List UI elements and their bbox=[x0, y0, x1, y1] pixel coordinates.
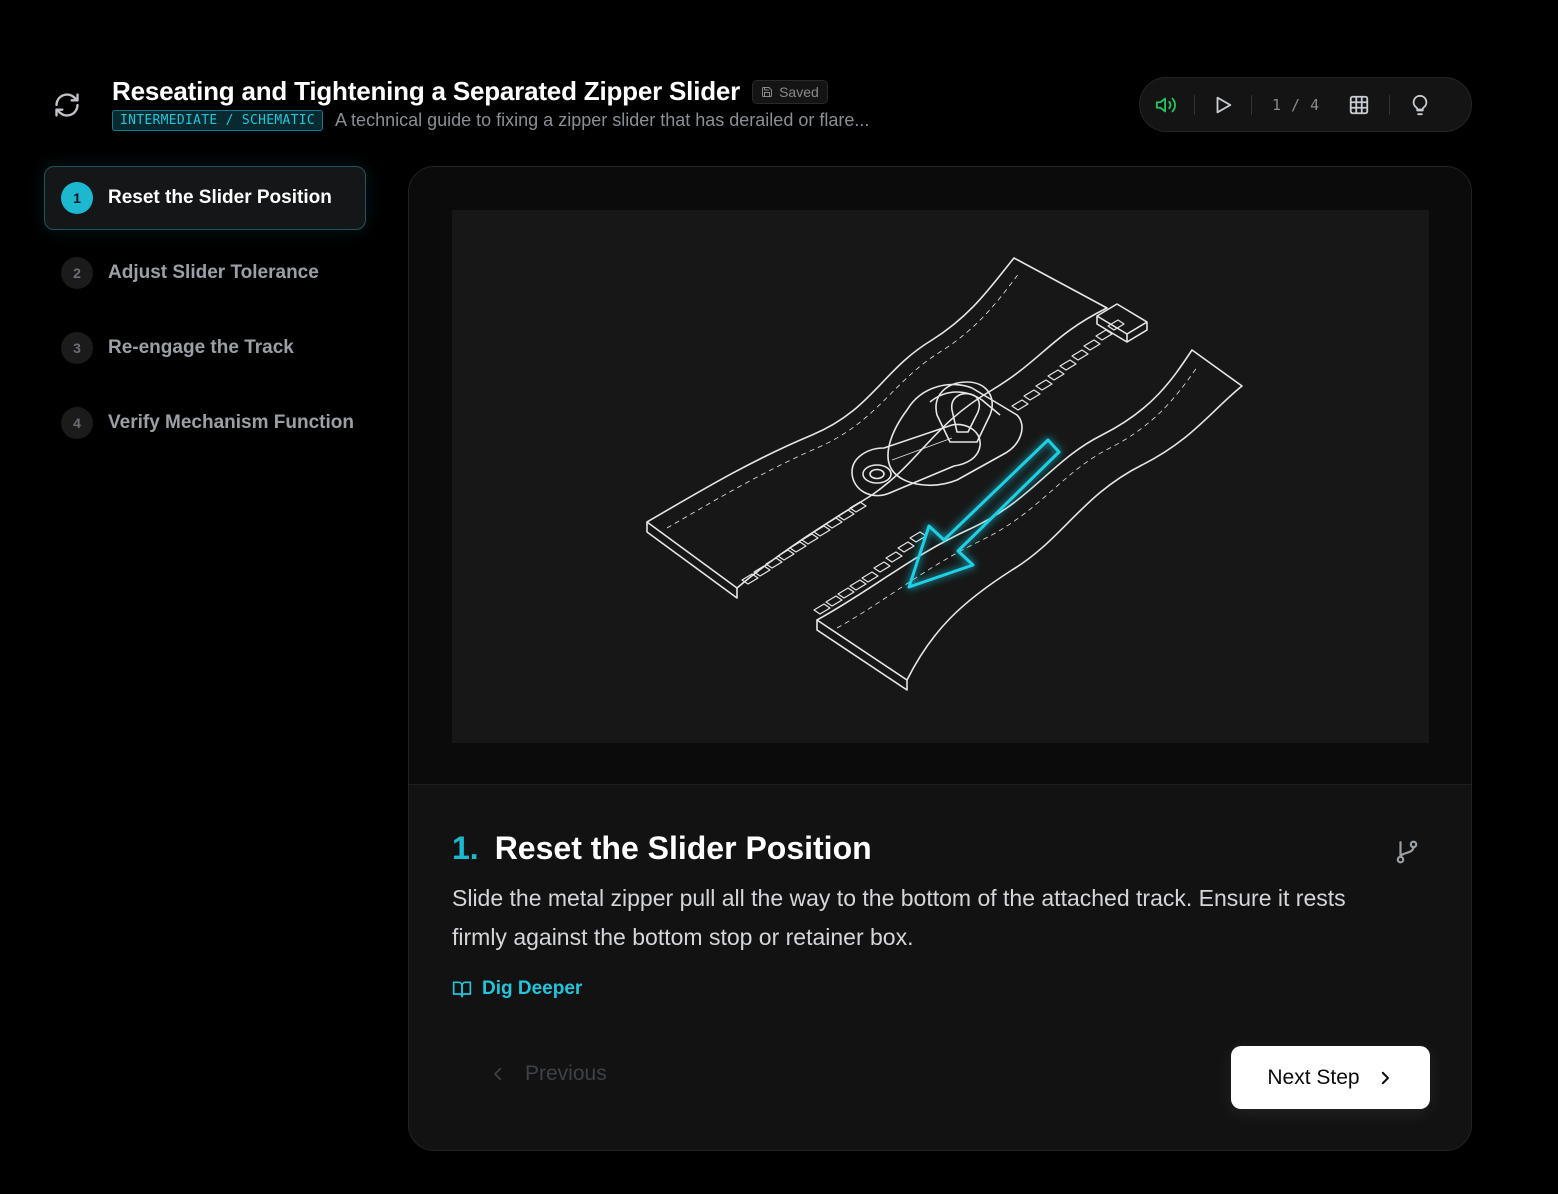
grid-icon bbox=[1349, 95, 1369, 114]
direction-arrow bbox=[907, 438, 1061, 589]
next-step-button[interactable]: Next Step bbox=[1231, 1046, 1430, 1109]
step-heading: 1. Reset the Slider Position bbox=[452, 830, 872, 867]
chevron-left-icon bbox=[494, 1067, 502, 1081]
sidebar-item-label: Reset the Slider Position bbox=[108, 187, 332, 208]
sidebar-item-step-1[interactable]: 1 Reset the Slider Position bbox=[44, 166, 366, 230]
step-number-badge: 2 bbox=[61, 257, 93, 289]
zipper-illustration bbox=[452, 210, 1429, 743]
previous-button[interactable]: Previous bbox=[489, 1062, 607, 1086]
save-icon bbox=[762, 86, 773, 97]
step-number-badge: 4 bbox=[61, 407, 93, 439]
toolbar-divider bbox=[1194, 94, 1195, 115]
step-heading-title: Reset the Slider Position bbox=[494, 830, 872, 866]
next-step-label: Next Step bbox=[1267, 1065, 1360, 1089]
total-steps: 4 bbox=[1310, 95, 1320, 114]
play-icon bbox=[1216, 96, 1232, 113]
hint-button[interactable] bbox=[1400, 85, 1440, 125]
header: Reseating and Tightening a Separated Zip… bbox=[0, 0, 1558, 150]
sidebar-item-label: Verify Mechanism Function bbox=[108, 412, 354, 433]
previous-label: Previous bbox=[525, 1062, 607, 1085]
zipper-schematic bbox=[646, 257, 1243, 691]
saved-label: Saved bbox=[779, 83, 819, 100]
zipper-pull bbox=[851, 423, 981, 497]
level-badge: INTERMEDIATE / SCHEMATIC bbox=[112, 110, 324, 131]
sidebar-item-step-2[interactable]: 2 Adjust Slider Tolerance bbox=[44, 241, 366, 305]
step-number-badge: 1 bbox=[61, 182, 93, 214]
sidebar-item-step-4[interactable]: 4 Verify Mechanism Function bbox=[44, 391, 366, 455]
saved-badge: Saved bbox=[752, 79, 828, 104]
lightbulb-icon bbox=[1412, 94, 1428, 115]
subtitle: A technical guide to fixing a zipper sli… bbox=[335, 110, 870, 130]
toolbar-divider bbox=[1389, 94, 1391, 115]
illustration-area bbox=[409, 167, 1471, 785]
grid-view-button[interactable] bbox=[1339, 85, 1379, 125]
play-button[interactable] bbox=[1203, 85, 1243, 125]
subtitle-row: INTERMEDIATE / SCHEMATIC A technical gui… bbox=[112, 110, 869, 131]
current-step: 1 bbox=[1272, 95, 1282, 114]
branch-button[interactable] bbox=[1392, 837, 1422, 867]
sidebar-item-label: Adjust Slider Tolerance bbox=[108, 262, 319, 283]
volume-icon bbox=[1155, 97, 1176, 112]
slider-body bbox=[887, 383, 1023, 486]
refresh-button[interactable] bbox=[50, 88, 84, 122]
git-branch-icon bbox=[1396, 840, 1418, 864]
zipper-tape-left bbox=[646, 257, 1108, 589]
toolbar: 1 / 4 bbox=[1139, 77, 1472, 132]
volume-button[interactable] bbox=[1146, 85, 1186, 125]
sidebar-item-label: Re-engage the Track bbox=[108, 337, 294, 358]
book-icon bbox=[452, 981, 472, 998]
step-description: Slide the metal zipper pull all the way … bbox=[452, 885, 1346, 950]
chevron-right-icon bbox=[1381, 1071, 1389, 1084]
step-counter: 1 / 4 bbox=[1252, 96, 1339, 114]
sidebar-item-step-3[interactable]: 3 Re-engage the Track bbox=[44, 316, 366, 380]
page-title: Reseating and Tightening a Separated Zip… bbox=[112, 76, 741, 106]
step-sidebar: 1 Reset the Slider Position 2 Adjust Sli… bbox=[44, 166, 366, 466]
dig-deeper-link[interactable]: Dig Deeper bbox=[452, 978, 582, 1000]
step-card: 1. Reset the Slider Position Slide the m… bbox=[408, 166, 1472, 1151]
step-heading-number: 1. bbox=[452, 830, 479, 866]
title-row: Reseating and Tightening a Separated Zip… bbox=[112, 76, 828, 107]
step-number-badge: 3 bbox=[61, 332, 93, 364]
dig-deeper-label: Dig Deeper bbox=[482, 978, 583, 999]
refresh-icon bbox=[55, 93, 79, 117]
counter-separator: / bbox=[1291, 95, 1301, 114]
